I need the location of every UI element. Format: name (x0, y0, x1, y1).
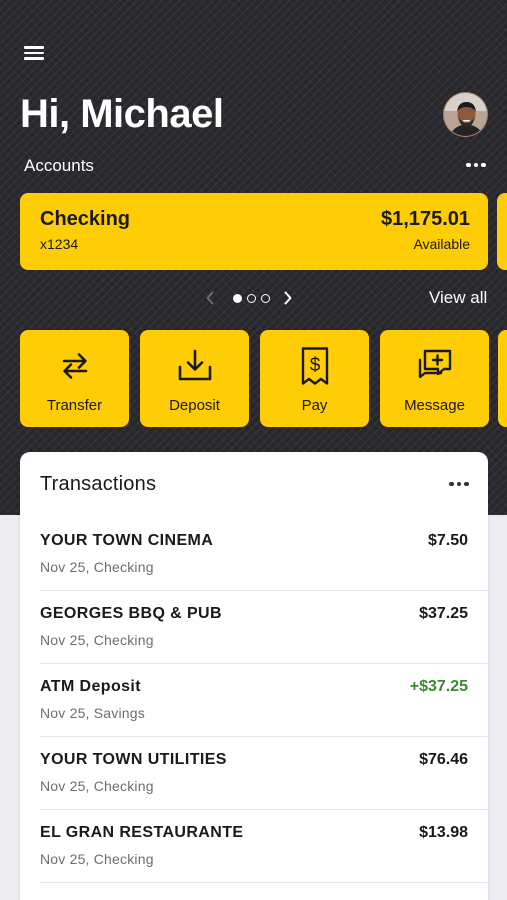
more-dot (449, 481, 454, 487)
deposit-button[interactable]: Deposit (140, 330, 249, 427)
transaction-row[interactable]: GEORGES BBQ & PUB Nov 25, Checking $37.2… (20, 591, 488, 664)
transaction-amount: $13.98 (419, 824, 468, 841)
account-number: x1234 (40, 236, 79, 252)
transaction-meta: Nov 25, Checking (40, 778, 154, 794)
message-button[interactable]: Message (380, 330, 489, 427)
next-action-peek[interactable] (498, 330, 507, 427)
transaction-amount-credit: +$37.25 (409, 678, 468, 695)
message-label: Message (404, 397, 465, 414)
transactions-title: Transactions (40, 473, 157, 495)
message-icon (418, 349, 451, 379)
pay-icon: $ (301, 347, 328, 385)
transaction-name: GEORGES BBQ & PUB (40, 605, 222, 622)
menu-icon-bar (24, 46, 44, 49)
deposit-label: Deposit (169, 397, 220, 414)
transaction-name: EL GRAN RESTAURANTE (40, 824, 244, 841)
account-balance-label: Available (413, 236, 470, 252)
menu-icon-bar (24, 57, 44, 60)
next-account-card-peek[interactable] (497, 193, 507, 270)
accounts-label: Accounts (24, 156, 94, 175)
transaction-name: YOUR TOWN CINEMA (40, 532, 214, 549)
more-dot (481, 162, 486, 168)
pager-dot-active[interactable] (232, 293, 242, 303)
transaction-meta: Nov 25, Checking (40, 632, 154, 648)
next-account-button[interactable] (278, 288, 298, 308)
transaction-meta: Nov 25, Checking (40, 559, 154, 575)
transaction-name: ATM Deposit (40, 678, 141, 695)
view-all-accounts-link[interactable]: View all (429, 288, 487, 308)
avatar-photo (444, 93, 487, 136)
account-balance: $1,175.01 (381, 208, 470, 230)
transaction-amount: $7.50 (427, 532, 468, 549)
greeting-title: Hi, Michael (20, 92, 224, 136)
menu-icon-bar (24, 51, 44, 54)
account-name: Checking (40, 208, 131, 230)
avatar[interactable] (443, 92, 488, 137)
more-dot (464, 481, 469, 487)
chevron-left-icon (206, 291, 214, 305)
pay-button[interactable]: $ Pay (260, 330, 369, 427)
chevron-right-icon (284, 291, 292, 305)
accounts-more-button[interactable] (462, 155, 490, 175)
pager-dot[interactable] (246, 293, 256, 303)
account-pager (200, 288, 298, 308)
more-dot (473, 162, 479, 168)
pager-dot[interactable] (260, 293, 270, 303)
deposit-icon (178, 349, 211, 381)
transaction-meta: Nov 25, Checking (40, 851, 154, 867)
transaction-name: YOUR TOWN UTILITIES (40, 751, 227, 768)
account-card-checking[interactable]: Checking x1234 $1,175.01 Available (20, 193, 488, 270)
transaction-row[interactable]: EL GRAN RESTAURANTE Nov 25, Checking $13… (20, 810, 488, 883)
more-dot (466, 162, 471, 168)
more-dot (456, 481, 462, 487)
pay-label: Pay (301, 397, 328, 414)
transactions-card: Transactions YOUR TOWN CINEMA Nov 25, Ch… (20, 452, 488, 900)
transactions-more-button[interactable] (445, 474, 473, 494)
transaction-row[interactable]: YOUR TOWN UTILITIES Nov 25, Checking $76… (20, 737, 488, 810)
transfer-icon (62, 353, 87, 379)
transaction-amount: $37.25 (419, 605, 468, 622)
transaction-meta: Nov 25, Savings (40, 705, 145, 721)
svg-text:$: $ (309, 355, 320, 376)
header-background: Hi, Michael Accounts Checking x1234 $1,1… (0, 0, 507, 515)
transaction-row[interactable]: ATM Deposit Nov 25, Savings +$37.25 (20, 664, 488, 737)
previous-account-button[interactable] (200, 288, 220, 308)
transaction-amount: $76.46 (419, 751, 468, 768)
menu-button[interactable] (22, 42, 48, 66)
transaction-row[interactable]: YOUR TOWN CINEMA Nov 25, Checking $7.50 (20, 518, 488, 591)
transfer-label: Transfer (46, 397, 103, 414)
pager-dots (230, 293, 272, 303)
transfer-button[interactable]: Transfer (20, 330, 129, 427)
